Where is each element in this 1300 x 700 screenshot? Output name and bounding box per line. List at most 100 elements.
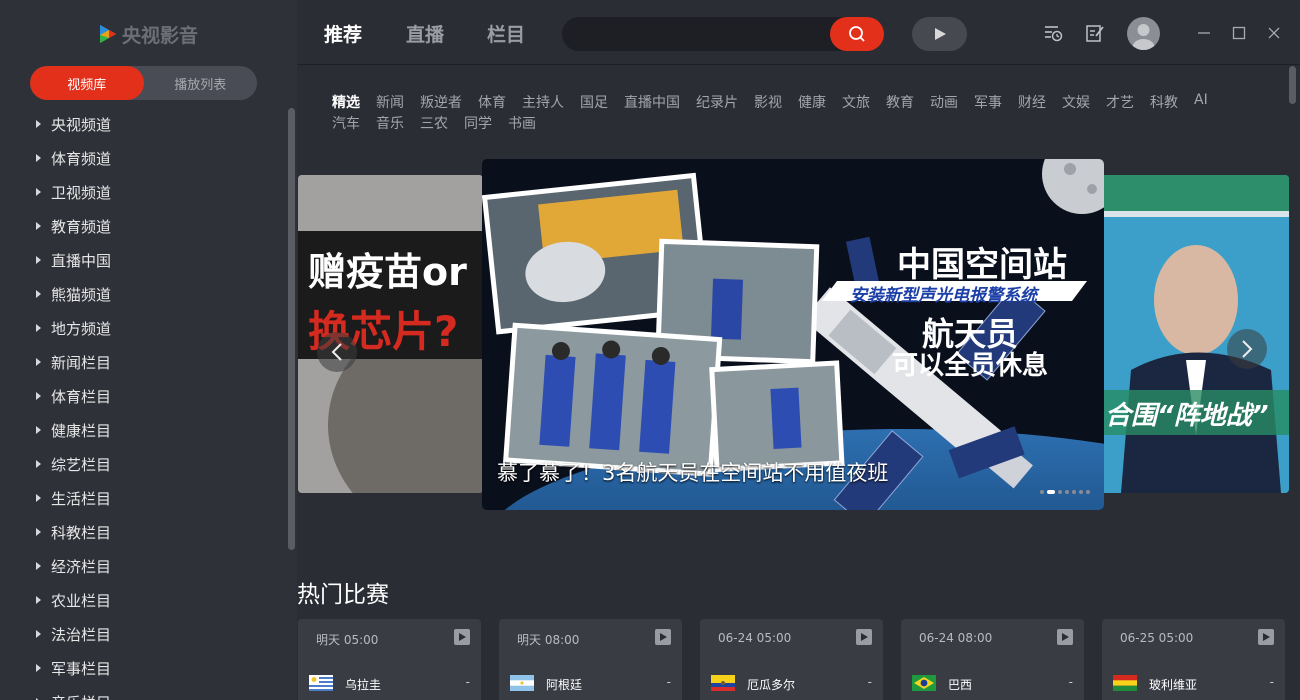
category-tab[interactable]: 叛逆者 <box>420 92 462 112</box>
sidebar-item[interactable]: 生活栏目 <box>0 481 285 515</box>
match-play-button[interactable] <box>454 629 470 645</box>
carousel-prev-button[interactable] <box>317 332 357 372</box>
sidebar-scrollbar[interactable] <box>288 108 295 550</box>
match-score: - <box>1269 675 1274 689</box>
category-tab[interactable]: 军事 <box>974 92 1002 112</box>
close-button[interactable] <box>1263 22 1285 44</box>
category-tab[interactable]: 汽车 <box>332 113 360 133</box>
carousel-dots <box>1040 490 1090 494</box>
maximize-button[interactable] <box>1228 22 1250 44</box>
main-content: 精选 新闻 叛逆者 体育 主持人 国足 直播中国 纪录片 影视 健康 文旅 教育 动画 军事 财经 文娱 才艺科… <box>297 66 1300 700</box>
category-tab[interactable]: 新闻 <box>376 92 404 112</box>
match-card[interactable]: 06-24 05:00 厄瓜多尔 - <box>700 619 883 700</box>
sidebar-item-label: 农业栏目 <box>51 591 112 610</box>
match-team-name: 阿根廷 <box>546 678 583 692</box>
category-tab[interactable]: 国足 <box>580 92 608 112</box>
carousel-dot[interactable] <box>1079 490 1083 494</box>
tab-playlist[interactable]: 播放列表 <box>144 66 258 100</box>
match-play-button[interactable] <box>655 629 671 645</box>
category-tab[interactable]: 体育 <box>478 92 506 112</box>
category-tab[interactable]: 文旅 <box>842 92 870 112</box>
search-input[interactable] <box>576 24 826 44</box>
match-card[interactable]: 明天 08:00 阿根廷 - <box>499 619 682 700</box>
sidebar-item-label: 教育频道 <box>51 217 112 236</box>
sidebar-item[interactable]: 体育栏目 <box>0 379 285 413</box>
play-icon <box>660 633 667 641</box>
sidebar-item[interactable]: 新闻栏目 <box>0 345 285 379</box>
history-button[interactable] <box>1042 22 1064 44</box>
tab-live[interactable]: 直播 <box>406 20 444 47</box>
carousel-dot[interactable] <box>1058 490 1062 494</box>
play-button[interactable] <box>912 17 967 51</box>
category-tab[interactable]: 直播中国 <box>624 92 680 112</box>
category-tab[interactable]: 纪录片 <box>696 92 738 112</box>
carousel-dot[interactable] <box>1040 490 1044 494</box>
category-tab[interactable]: 同学 <box>464 113 492 133</box>
category-tab[interactable]: 书画 <box>508 113 536 133</box>
category-tab[interactable]: AI <box>1194 92 1208 112</box>
sidebar-item[interactable]: 体育频道 <box>0 141 285 175</box>
category-tab[interactable]: 音乐 <box>376 113 404 133</box>
match-card[interactable]: 明天 05:00 乌拉圭 - <box>298 619 481 700</box>
category-tab[interactable]: 文娱 <box>1062 92 1090 112</box>
match-card[interactable]: 06-24 08:00 巴西 - <box>901 619 1084 700</box>
sidebar-item[interactable]: 直播中国 <box>0 243 285 277</box>
caret-right-icon <box>36 324 41 332</box>
sidebar-item-label: 体育栏目 <box>51 387 112 406</box>
feedback-button[interactable] <box>1084 22 1106 44</box>
minimize-button[interactable] <box>1193 22 1215 44</box>
category-tab[interactable]: 财经 <box>1018 92 1046 112</box>
category-tab[interactable]: 动画 <box>930 92 958 112</box>
match-team-name: 巴西 <box>948 678 973 692</box>
sidebar-item[interactable]: 熊猫频道 <box>0 277 285 311</box>
sidebar-item[interactable]: 卫视频道 <box>0 175 285 209</box>
sidebar-item[interactable]: 教育频道 <box>0 209 285 243</box>
carousel-dot[interactable] <box>1086 490 1090 494</box>
sidebar-item[interactable]: 法治栏目 <box>0 617 285 651</box>
tab-columns[interactable]: 栏目 <box>487 20 525 47</box>
sidebar-item[interactable]: 军事栏目 <box>0 651 285 685</box>
carousel-next-button[interactable] <box>1227 329 1267 369</box>
match-score: - <box>867 675 872 689</box>
category-tab[interactable]: 影视 <box>754 92 782 112</box>
flag-icon <box>912 675 936 691</box>
match-time: 明天 08:00 <box>517 633 580 647</box>
match-play-button[interactable] <box>1258 629 1274 645</box>
main-scrollbar[interactable] <box>1289 66 1296 104</box>
logo-icon <box>98 23 118 45</box>
sidebar-item[interactable]: 综艺栏目 <box>0 447 285 481</box>
carousel-hero[interactable]: 中国空间站 安装新型声光电报警系统 航天员 可以全员休息 慕了慕了！3名航天员在… <box>482 159 1104 510</box>
top-bar: 推荐 直播 栏目 <box>297 0 1300 65</box>
caret-right-icon <box>36 562 41 570</box>
user-avatar[interactable] <box>1127 17 1160 50</box>
sidebar-item[interactable]: 科教栏目 <box>0 515 285 549</box>
category-tab[interactable]: 教育 <box>886 92 914 112</box>
caret-right-icon <box>36 596 41 604</box>
carousel-dot[interactable] <box>1072 490 1076 494</box>
sidebar-item[interactable]: 健康栏目 <box>0 413 285 447</box>
sidebar-item[interactable]: 央视频道 <box>0 107 285 141</box>
match-score: - <box>666 675 671 689</box>
carousel-dot[interactable] <box>1047 490 1055 494</box>
caret-right-icon <box>36 154 41 162</box>
sidebar-item[interactable]: 经济栏目 <box>0 549 285 583</box>
match-play-button[interactable] <box>1057 629 1073 645</box>
sidebar-item[interactable]: 音乐栏目 <box>0 685 285 700</box>
search-button[interactable] <box>830 17 884 51</box>
category-tab[interactable]: 健康 <box>798 92 826 112</box>
caret-right-icon <box>36 256 41 264</box>
category-tab[interactable]: 主持人 <box>522 92 564 112</box>
history-icon <box>1045 26 1063 42</box>
sidebar-item-label: 地方频道 <box>51 319 112 338</box>
category-tab[interactable]: 三农 <box>420 113 448 133</box>
category-tab[interactable]: 精选 <box>332 92 360 112</box>
sidebar-item[interactable]: 农业栏目 <box>0 583 285 617</box>
category-tab[interactable]: 才艺 <box>1106 92 1134 112</box>
category-tab[interactable]: 科教 <box>1150 92 1178 112</box>
tab-recommend[interactable]: 推荐 <box>324 20 362 47</box>
sidebar-item[interactable]: 地方频道 <box>0 311 285 345</box>
carousel-dot[interactable] <box>1065 490 1069 494</box>
match-play-button[interactable] <box>856 629 872 645</box>
tab-video-library[interactable]: 视频库 <box>30 66 144 100</box>
match-card[interactable]: 06-25 05:00 玻利维亚 - <box>1102 619 1285 700</box>
